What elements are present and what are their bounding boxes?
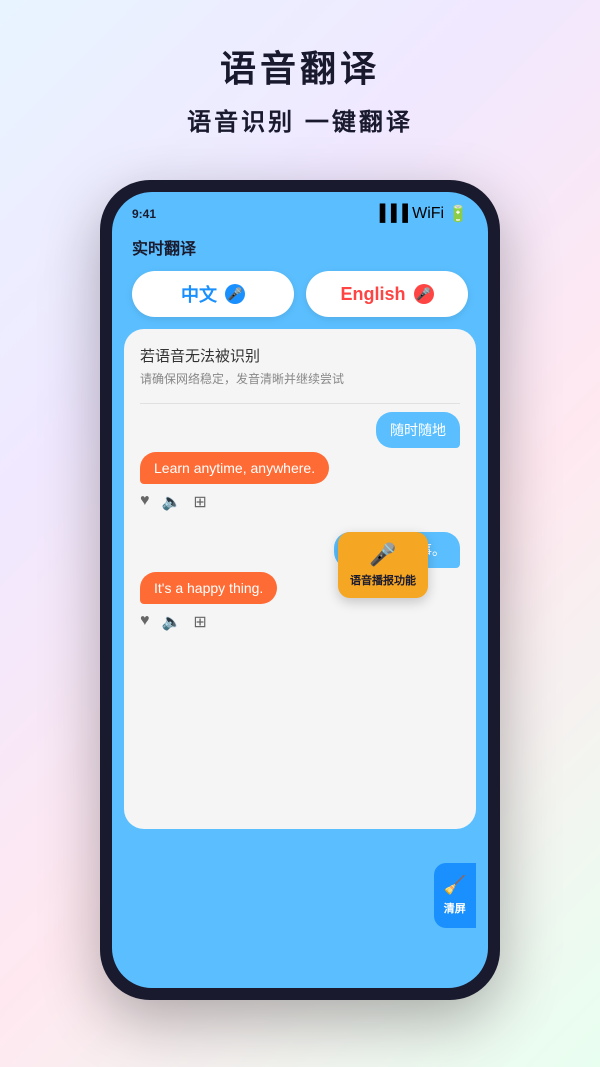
speaker-icon-2[interactable]: 🔈 (162, 612, 182, 632)
bubble-left-1-text: Learn anytime, anywhere. (154, 460, 315, 476)
phone-inner: 9:41 ▐▐▐ WiFi 🔋 实时翻译 中文 🎤 English (112, 192, 488, 988)
heart-icon-1[interactable]: ♥ (140, 492, 150, 512)
tooltip-label: 语音播报功能 (350, 572, 416, 588)
error-title-text: 若语音无法被识别 (140, 345, 460, 366)
bubble-right-1-content: 随时随地 (376, 412, 460, 448)
sub-title: 语音识别 一键翻译 (0, 102, 600, 137)
battery-icon: 🔋 (448, 204, 468, 224)
tooltip-box: 🎤 语音播报功能 (338, 532, 428, 598)
signal-icon: ▐▐▐ (374, 205, 408, 223)
clear-screen-button[interactable]: 🧹 清屏 (434, 863, 476, 928)
lang-en-button[interactable]: English 🎤 (306, 271, 468, 317)
main-title: 语音翻译 (0, 40, 600, 92)
status-bar: 9:41 ▐▐▐ WiFi 🔋 (112, 192, 488, 227)
phone-container: 9:41 ▐▐▐ WiFi 🔋 实时翻译 中文 🎤 English (100, 180, 500, 1000)
wifi-icon: WiFi (412, 205, 444, 223)
lang-selector: 中文 🎤 English 🎤 (112, 271, 488, 329)
speaker-icon-1[interactable]: 🔈 (162, 492, 182, 512)
share-icon-2[interactable]: ⊞ (193, 612, 206, 632)
action-icons-1: ♥ 🔈 ⊞ (140, 488, 460, 524)
status-time: 9:41 (132, 207, 156, 221)
tooltip-mic-icon: 🎤 (369, 542, 396, 568)
bubble-right-1-text: 随时随地 (390, 422, 446, 438)
status-icons: ▐▐▐ WiFi 🔋 (374, 204, 468, 224)
lang-en-label: English (340, 284, 405, 305)
action-icons-2: ♥ 🔈 ⊞ (140, 608, 460, 644)
error-sub-text: 请确保网络稳定，发音清晰并继续尝试 (140, 370, 460, 387)
top-section: 语音翻译 语音识别 一键翻译 (0, 0, 600, 167)
app-title: 实时翻译 (132, 241, 196, 258)
lang-cn-button[interactable]: 中文 🎤 (132, 271, 294, 317)
bubble-left-2-content: It's a happy thing. (140, 572, 277, 604)
bubble-right-1: 随时随地 (140, 412, 460, 448)
divider-1 (140, 403, 460, 404)
app-header: 实时翻译 (112, 227, 488, 271)
clear-label: 清屏 (444, 900, 466, 916)
heart-icon-2[interactable]: ♥ (140, 612, 150, 632)
bubble-left-1: Learn anytime, anywhere. (140, 452, 460, 484)
share-icon-1[interactable]: ⊞ (193, 492, 206, 512)
clear-icon: 🧹 (444, 875, 466, 896)
bubble-left-2-text: It's a happy thing. (154, 580, 263, 596)
lang-cn-label: 中文 (181, 281, 217, 307)
mic-en-icon: 🎤 (414, 284, 434, 304)
error-message: 若语音无法被识别 请确保网络稳定，发音清晰并继续尝试 (140, 345, 460, 387)
phone-frame: 9:41 ▐▐▐ WiFi 🔋 实时翻译 中文 🎤 English (100, 180, 500, 1000)
chat-row-1: 随时随地 Learn anytime, anywhere. ♥ 🔈 ⊞ (140, 412, 460, 524)
mic-cn-icon: 🎤 (225, 284, 245, 304)
bubble-left-1-content: Learn anytime, anywhere. (140, 452, 329, 484)
